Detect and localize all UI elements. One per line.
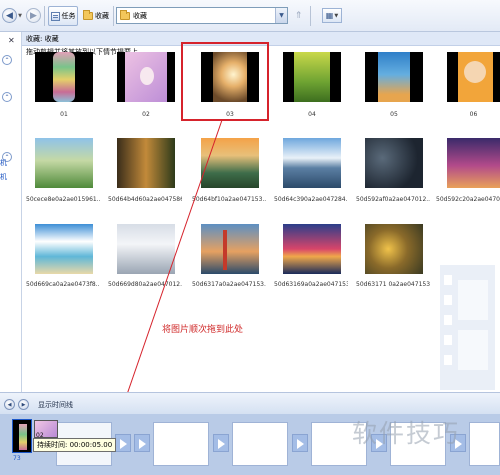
- duration-tooltip: 持续时间: 00:00:05.00: [33, 438, 117, 452]
- filmstrip-decoration: [440, 265, 495, 390]
- favorites-label: 收藏: [95, 12, 109, 20]
- close-icon[interactable]: ✕: [8, 36, 15, 45]
- pane-link-text[interactable]: 机: [0, 173, 7, 182]
- clip-name: 50cece8e0a2ae015961...: [26, 196, 100, 203]
- clip-thumbnail[interactable]: [283, 138, 341, 188]
- clip-thumbnail[interactable]: [117, 52, 175, 102]
- tooltip-text: 持续时间: 00:00:05.00: [37, 441, 113, 449]
- clip-thumbnail[interactable]: [365, 52, 423, 102]
- clip-thumbnail[interactable]: [447, 52, 500, 102]
- clip-name: 50d64c390a2ae047284...: [274, 196, 348, 203]
- clip-name: 50d64bf10a2ae047153...: [192, 196, 266, 203]
- clip-name: 50d669ca0a2ae0473f8...: [26, 281, 100, 288]
- clip-thumbnail[interactable]: [35, 138, 93, 188]
- address-dropdown[interactable]: 收藏 ▼: [116, 7, 288, 24]
- forward-arrow-icon: ▶: [30, 10, 37, 21]
- clip-thumbnail[interactable]: [117, 224, 175, 274]
- collapse-chevron-icon[interactable]: ⌃: [2, 55, 12, 65]
- transition-slot[interactable]: [115, 434, 131, 452]
- chevron-down-icon: ▼: [334, 12, 339, 19]
- clip-thumbnail[interactable]: [35, 52, 93, 102]
- show-timeline-link[interactable]: 显示时间线: [38, 400, 73, 410]
- storyboard-slot[interactable]: [232, 422, 288, 466]
- storyboard-slot[interactable]: [469, 422, 500, 466]
- back-button[interactable]: ◀: [2, 8, 17, 23]
- views-icon: ▦: [325, 11, 334, 20]
- clip-thumbnail[interactable]: [117, 138, 175, 188]
- forward-button[interactable]: ▶: [26, 8, 41, 23]
- up-icon: ⇑: [294, 10, 303, 21]
- address-value: 收藏: [133, 11, 147, 20]
- play-icon[interactable]: ▶: [18, 399, 29, 410]
- clip-name: 50d63171 0a2ae047153...: [356, 281, 430, 288]
- clip-thumbnail[interactable]: [283, 224, 341, 274]
- clip-thumbnail[interactable]: [283, 52, 341, 102]
- clip-name: 50d592af0a2ae047012...: [356, 196, 430, 203]
- storyboard-slot[interactable]: [153, 422, 209, 466]
- clip-name: 50d6317a0a2ae047153...: [192, 281, 266, 288]
- collapse-chevron-icon[interactable]: ⌃: [2, 92, 12, 102]
- tasks-pane: ✕ ⌃ ⌃ ⌃ 机 机: [0, 32, 22, 392]
- clip-name: 02: [142, 111, 150, 118]
- storyboard-clip[interactable]: [12, 419, 32, 453]
- clip-name: 50d669d80a2ae047012...: [108, 281, 182, 288]
- clip-name: 06: [469, 111, 478, 118]
- watermark-text: 软件技巧: [352, 419, 461, 448]
- clip-name: 01: [60, 111, 68, 118]
- pane-link-text[interactable]: 机: [0, 159, 7, 168]
- timeline-toolbar: ◀ ▶ 显示时间线: [0, 392, 500, 414]
- transition-slot[interactable]: [134, 434, 150, 452]
- clip-thumbnail[interactable]: [35, 224, 93, 274]
- tasks-icon: [50, 11, 60, 21]
- toolbar-separator: [44, 6, 45, 26]
- back-arrow-icon: ◀: [6, 10, 13, 21]
- folder-icon: [120, 9, 130, 20]
- collection-title: 收藏: 收藏: [26, 35, 59, 43]
- clip-name: 04: [308, 111, 316, 118]
- clip-thumbnail[interactable]: [365, 138, 423, 188]
- rewind-icon[interactable]: ◀: [4, 399, 15, 410]
- tasks-label: 任务: [61, 12, 76, 20]
- toolbar-separator: [310, 6, 311, 26]
- transition-slot[interactable]: [292, 434, 308, 452]
- clip-name: 05: [390, 111, 398, 118]
- views-button[interactable]: ▦ ▼: [322, 8, 342, 23]
- clip-thumbnail[interactable]: [201, 224, 259, 274]
- chevron-down-icon[interactable]: ▼: [275, 8, 287, 23]
- clip-name: 50d592c20a2ae047012...: [436, 196, 500, 203]
- clip-number: 73: [13, 455, 21, 462]
- clip-thumbnail[interactable]: [447, 138, 500, 188]
- up-button[interactable]: ⇑: [292, 9, 305, 22]
- back-dropdown[interactable]: ▼: [17, 12, 23, 20]
- clip-thumbnail[interactable]: [201, 138, 259, 188]
- favorites-button[interactable]: 收藏: [82, 6, 110, 26]
- annotation-text: 将图片顺次拖到此处: [162, 325, 244, 335]
- folder-icon: [83, 10, 93, 20]
- toolbar: ◀ ▼ ▶ 任务 收藏 收藏 ▼ ⇑ ▦ ▼: [0, 0, 500, 32]
- clip-name: 50d64b4d60a2ae047586...: [108, 196, 182, 203]
- clip-thumbnail[interactable]: [365, 224, 423, 274]
- toolbar-separator: [113, 6, 114, 26]
- transition-slot[interactable]: [213, 434, 229, 452]
- selection-highlight: [181, 42, 269, 121]
- clip-name: 50d63169a0a2ae047153...: [274, 281, 348, 288]
- tasks-button[interactable]: 任务: [48, 6, 78, 26]
